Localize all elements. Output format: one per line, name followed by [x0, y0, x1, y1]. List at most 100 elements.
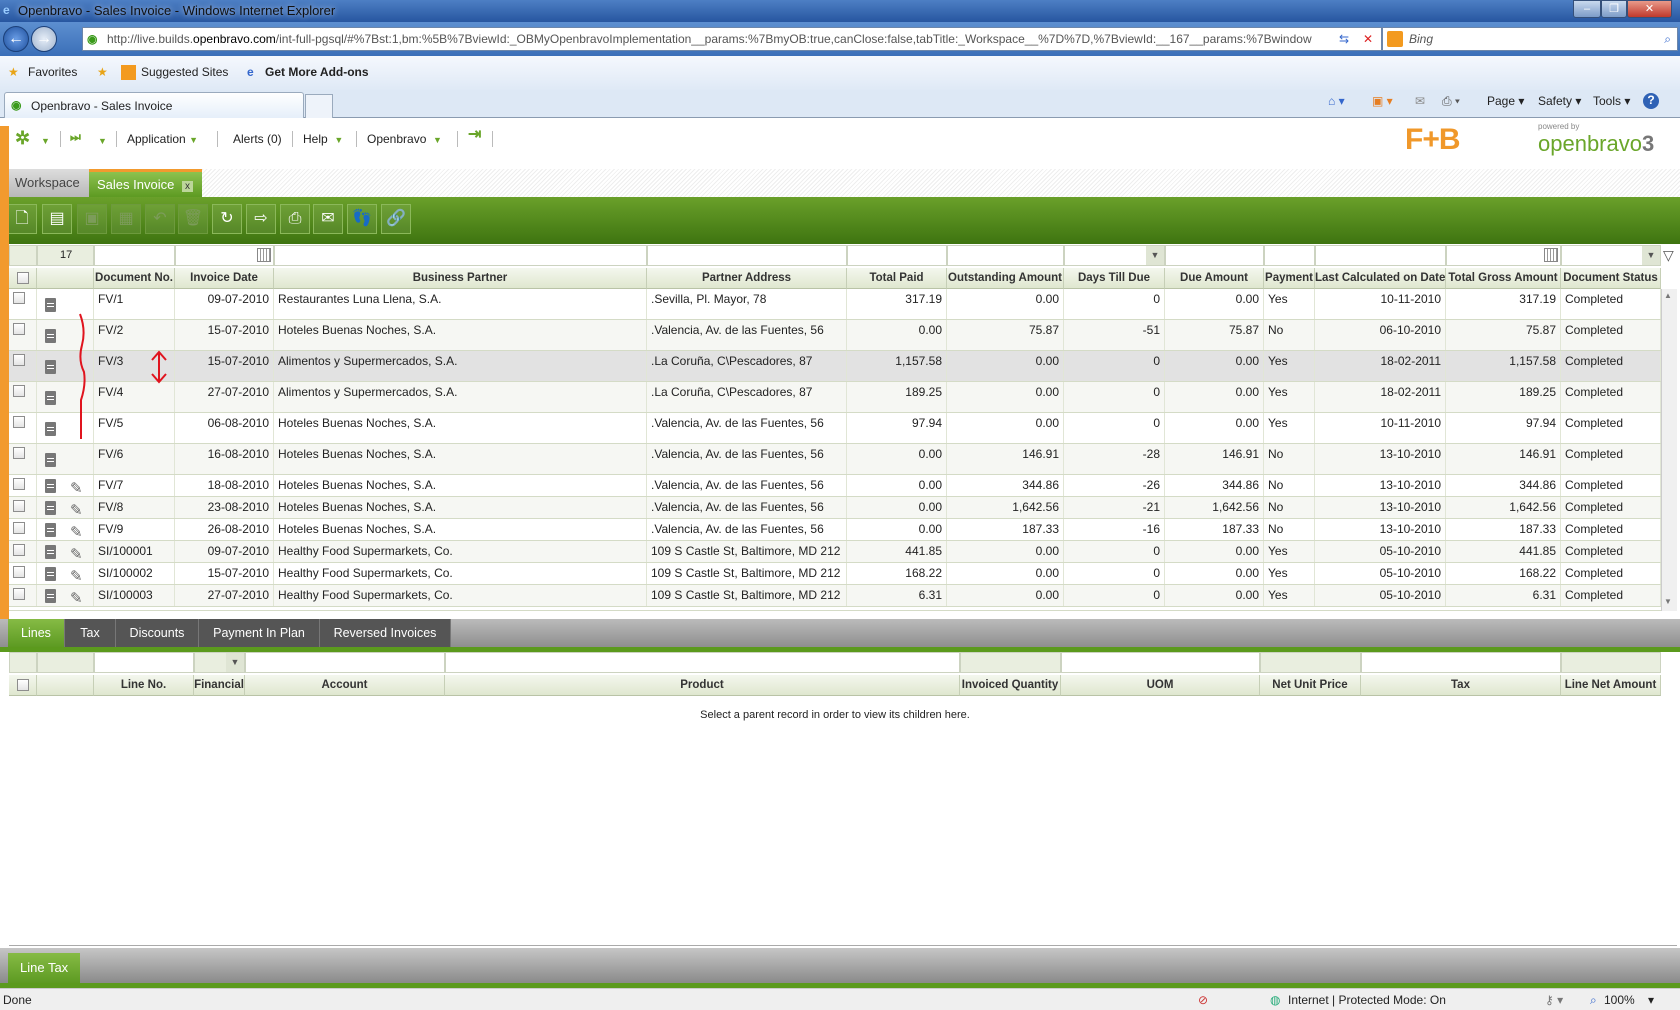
popup-blocked-icon[interactable]: ⊘ — [1198, 993, 1208, 1007]
new-tab-button[interactable] — [305, 94, 333, 118]
export-button[interactable]: ⇨ — [246, 204, 276, 234]
row-checkbox-cell[interactable] — [9, 320, 37, 350]
edit-pencil-icon[interactable]: ✎ — [70, 569, 83, 584]
close-tab-icon[interactable]: x — [181, 181, 193, 192]
open-form-icon[interactable] — [45, 298, 56, 312]
filter-cell[interactable] — [947, 245, 1064, 266]
tab-discounts[interactable]: Discounts — [116, 619, 199, 647]
dropdown-icon[interactable]: ▼ — [1642, 246, 1660, 265]
quick-launch-icon[interactable]: ⏭ — [70, 130, 81, 145]
open-form-icon[interactable] — [45, 391, 56, 405]
row-checkbox[interactable] — [13, 588, 25, 600]
select-all-header[interactable] — [9, 675, 37, 696]
row-checkbox-cell[interactable] — [9, 444, 37, 474]
refresh-icon[interactable]: ⇆ — [1332, 32, 1356, 46]
table-row[interactable]: FV/6 16-08-2010 Hoteles Buenas Noches, S.A… — [9, 444, 1661, 475]
row-checkbox-cell[interactable] — [9, 289, 37, 319]
calendar-icon[interactable] — [257, 248, 271, 262]
open-form-icon[interactable] — [45, 523, 56, 537]
link-button[interactable]: 🔗 — [381, 204, 411, 234]
url-input[interactable]: ◉ http://live.builds.openbravo.com/int-fu… — [82, 27, 1382, 51]
open-form-icon[interactable] — [45, 501, 56, 515]
protected-mode-icon[interactable]: ⚷ ▾ — [1545, 993, 1563, 1007]
row-checkbox[interactable] — [13, 522, 25, 534]
row-checkbox[interactable] — [13, 544, 25, 556]
open-form-icon[interactable] — [45, 545, 56, 559]
zoom-level[interactable]: 100% — [1604, 993, 1635, 1007]
chevron-down-icon[interactable]: ▼ — [98, 136, 107, 146]
dropdown-icon[interactable]: ▼ — [226, 653, 244, 672]
column-header[interactable]: Total Gross Amount — [1446, 268, 1561, 289]
help-icon[interactable]: ? — [1643, 93, 1659, 109]
tab-sales-invoice[interactable]: Sales Invoice x — [89, 169, 202, 197]
home-icon[interactable]: ⌂ ▾ — [1328, 94, 1345, 108]
print-button[interactable]: ⎙ — [280, 204, 310, 234]
select-all-checkbox[interactable] — [16, 272, 29, 284]
close-window-button[interactable]: ✕ — [1627, 0, 1672, 18]
filter-cell[interactable] — [1264, 245, 1315, 266]
save-button[interactable]: ▣ — [77, 204, 107, 234]
filter-cell[interactable]: ▼ — [1561, 245, 1661, 266]
table-row[interactable]: ✎ FV/9 26-08-2010 Hoteles Buenas Noches, S.… — [9, 519, 1661, 541]
select-all-header[interactable] — [9, 268, 37, 289]
zoom-icon[interactable]: ⌕ — [1590, 993, 1597, 1008]
tools-menu[interactable]: Tools ▾ — [1593, 94, 1630, 108]
column-header[interactable]: Total Paid — [847, 268, 947, 289]
quick-create-icon[interactable]: ✲ — [15, 128, 30, 149]
filter-cell[interactable] — [175, 245, 274, 266]
scroll-down-icon[interactable]: ▼ — [1664, 597, 1672, 606]
edit-pencil-icon[interactable]: ✎ — [70, 547, 83, 562]
add-favorite-icon[interactable]: ★ — [97, 65, 108, 79]
search-input[interactable]: Bing ⌕ — [1382, 27, 1678, 51]
open-form-icon[interactable] — [45, 329, 56, 343]
column-header[interactable]: Invoiced Quantity — [960, 675, 1061, 696]
filter-cell[interactable] — [847, 245, 947, 266]
addons-link[interactable]: Get More Add-ons — [265, 65, 369, 79]
edit-pencil-icon[interactable]: ✎ — [70, 481, 83, 496]
row-checkbox-cell[interactable] — [9, 497, 37, 518]
row-checkbox[interactable] — [13, 385, 25, 397]
column-header[interactable]: Financial — [194, 675, 245, 696]
table-row[interactable]: FV/3 15-07-2010 Alimentos y Supermercados,… — [9, 351, 1661, 382]
new-row-button[interactable]: ▤ — [42, 204, 72, 234]
column-header[interactable]: Document Status — [1561, 268, 1661, 289]
column-header[interactable]: Partner Address — [647, 268, 847, 289]
filter-cell[interactable] — [245, 652, 445, 673]
row-checkbox[interactable] — [13, 416, 25, 428]
refresh-button[interactable]: ↻ — [212, 204, 242, 234]
filter-cell[interactable] — [1260, 652, 1361, 673]
browser-tab[interactable]: ◉ Openbravo - Sales Invoice — [4, 92, 304, 118]
table-row[interactable]: ✎ FV/7 18-08-2010 Hoteles Buenas Noches, S.… — [9, 475, 1661, 497]
edit-pencil-icon[interactable]: ✎ — [70, 503, 83, 518]
undo-button[interactable]: ↶ — [145, 204, 175, 234]
filter-cell[interactable] — [1165, 245, 1264, 266]
table-row[interactable]: ✎ FV/8 23-08-2010 Hoteles Buenas Noches, S.… — [9, 497, 1661, 519]
print-icon[interactable]: ⎙ ▾ — [1442, 94, 1460, 109]
audit-trail-button[interactable]: 👣 — [347, 204, 377, 234]
row-checkbox[interactable] — [13, 500, 25, 512]
page-menu[interactable]: Page ▾ — [1487, 94, 1524, 108]
table-row[interactable]: ✎ SI/100001 09-07-2010 Healthy Food Superma… — [9, 541, 1661, 563]
row-checkbox-cell[interactable] — [9, 382, 37, 412]
filter-cell[interactable] — [94, 245, 175, 266]
row-checkbox[interactable] — [13, 292, 25, 304]
open-form-icon[interactable] — [45, 479, 56, 493]
menu-openbravo[interactable]: Openbravo ▼ — [367, 132, 442, 146]
filter-cell[interactable] — [960, 652, 1061, 673]
zoom-dropdown-icon[interactable]: ▾ — [1648, 993, 1654, 1007]
tab-payment-in-plan[interactable]: Payment In Plan — [199, 619, 320, 647]
row-checkbox-cell[interactable] — [9, 563, 37, 584]
table-row[interactable]: FV/1 09-07-2010 Restaurantes Luna Llena, S… — [9, 289, 1661, 320]
open-form-icon[interactable] — [45, 589, 56, 603]
tab-lines[interactable]: Lines — [8, 619, 65, 647]
filter-cell[interactable]: ▼ — [194, 652, 245, 673]
row-checkbox-cell[interactable] — [9, 351, 37, 381]
table-row-partial[interactable] — [9, 607, 1661, 611]
edit-pencil-icon[interactable]: ✎ — [70, 591, 83, 606]
menu-application[interactable]: Application ▼ — [127, 132, 198, 146]
grid-scrollbar[interactable]: ▲ ▼ — [1661, 289, 1677, 611]
search-icon[interactable]: ⌕ — [1664, 28, 1671, 50]
favorites-button[interactable]: Favorites — [28, 65, 77, 79]
row-checkbox-cell[interactable] — [9, 413, 37, 443]
table-row[interactable]: ✎ SI/100002 15-07-2010 Healthy Food Superma… — [9, 563, 1661, 585]
